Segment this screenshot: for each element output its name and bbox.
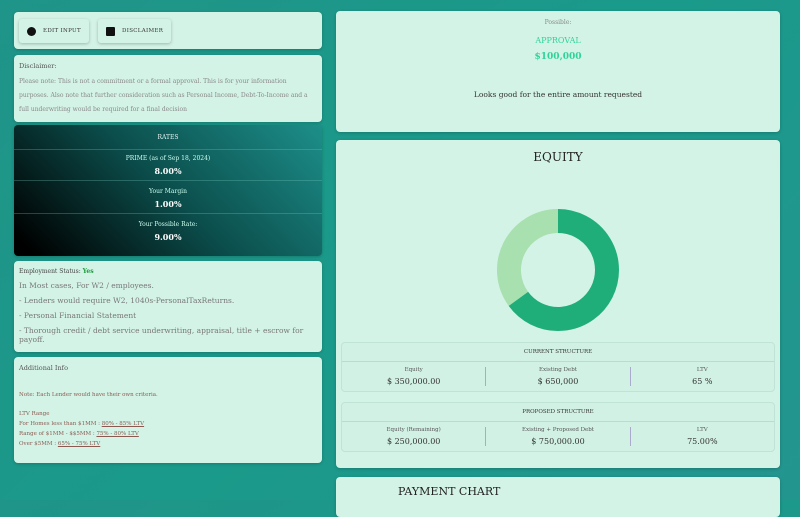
- approval-message: Looks good for the entire amount request…: [473, 90, 643, 99]
- employment-line: - Thorough credit / debt service underwr…: [19, 326, 304, 344]
- proposed-ltv: LTV 75.00%: [687, 427, 718, 446]
- current-structure-title: CURRENT STRUCTURE: [342, 343, 774, 362]
- approval-status: APPROVAL: [535, 36, 581, 45]
- rate-row-prime: PRIME (as of Sep 18, 2024) 8.00%: [14, 149, 322, 180]
- possible-label: Possible:: [544, 19, 572, 26]
- current-ltv: LTV 65 %: [692, 367, 713, 386]
- disclaimer-title: Disclaimer:: [19, 62, 57, 70]
- disclaimer-button[interactable]: DISCLAIMER: [98, 19, 172, 43]
- disclaimer-text: Please note: This is not a commitment or…: [19, 78, 308, 113]
- proposed-structure-title: PROPOSED STRUCTURE: [342, 403, 774, 422]
- employment-line: In Most cases, For W2 / employees.: [19, 281, 154, 290]
- equity-donut-chart: [497, 209, 619, 331]
- ltv-range-link[interactable]: 75% - 80% LTV: [96, 431, 138, 437]
- current-existing-debt: Existing Debt $ 650,000: [486, 367, 631, 386]
- payment-chart-card: PAYMENT CHART: [336, 477, 780, 517]
- edit-input-button[interactable]: EDIT INPUT: [19, 19, 89, 43]
- edit-input-label: EDIT INPUT: [43, 28, 81, 34]
- employment-line: - Lenders would require W2, 1040s-Person…: [19, 296, 235, 305]
- ltv-range-row: Over $5MM : 65% - 75% LTV: [19, 441, 317, 447]
- speedometer-icon: [27, 26, 36, 36]
- payment-chart-title: PAYMENT CHART: [398, 485, 501, 498]
- toolbar-card: EDIT INPUT DISCLAIMER: [14, 12, 322, 49]
- approval-amount: $100,000: [534, 52, 582, 62]
- proposed-debt: Existing + Proposed Debt $ 750,000.00: [486, 427, 631, 446]
- equity-title: EQUITY: [533, 150, 583, 164]
- ltv-range-label: Over $5MM :: [19, 441, 57, 447]
- rate-label: Your Margin: [149, 188, 187, 195]
- rate-label: PRIME (as of Sep 18, 2024): [125, 155, 211, 162]
- rate-value: 9.00%: [154, 232, 182, 242]
- employment-label: Employment Status:: [19, 268, 81, 275]
- ltv-range-link[interactable]: 65% - 75% LTV: [58, 441, 100, 447]
- ltv-range-link[interactable]: 80% - 85% LTV: [102, 421, 144, 427]
- additional-info-title: Additional Info: [19, 364, 68, 372]
- rate-row-possible: Your Possible Rate: 9.00%: [14, 213, 322, 246]
- rates-card: RATES PRIME (as of Sep 18, 2024) 8.00% Yo…: [14, 125, 322, 256]
- employment-card: Employment Status: Yes In Most cases, Fo…: [14, 261, 322, 352]
- current-equity: Equity $ 350,000.00: [342, 367, 487, 386]
- additional-info-card: Additional Info Note: Each Lender would …: [14, 357, 322, 463]
- ltv-range-label: Range of $1MM - $$5MM :: [19, 431, 95, 437]
- additional-note: Note: Each Lender would have their own c…: [19, 392, 158, 398]
- equity-card: EQUITY CURRENT STRUCTURE Equity $ 350,000…: [336, 140, 780, 468]
- disclaimer-card: Disclaimer: Please note: This is not a c…: [14, 55, 322, 122]
- donut-slice-equity: [497, 209, 559, 306]
- proposed-structure: PROPOSED STRUCTURE Equity (Remaining) $ 2…: [341, 402, 775, 452]
- rates-title: RATES: [157, 134, 179, 141]
- employment-line: - Personal Financial Statement: [19, 311, 137, 320]
- rate-value: 1.00%: [154, 199, 182, 209]
- rate-label: Your Possible Rate:: [138, 221, 198, 228]
- ltv-title: LTV Range: [19, 411, 50, 417]
- ltv-range-label: For Homes less than $1MM :: [19, 421, 100, 427]
- proposed-equity: Equity (Remaining) $ 250,000.00: [342, 427, 487, 446]
- rate-value: 8.00%: [154, 166, 182, 176]
- current-structure: CURRENT STRUCTURE Equity $ 350,000.00 Exi…: [341, 342, 775, 392]
- disclaimer-label: DISCLAIMER: [122, 28, 164, 34]
- rate-row-margin: Your Margin 1.00%: [14, 180, 322, 213]
- document-icon: [106, 26, 116, 36]
- approval-card: Possible: APPROVAL $100,000 Looks good f…: [336, 11, 780, 132]
- employment-status: Yes: [82, 268, 94, 275]
- ltv-range-row: For Homes less than $1MM : 80% - 85% LTV: [19, 421, 317, 427]
- ltv-range-row: Range of $1MM - $$5MM : 75% - 80% LTV: [19, 431, 317, 437]
